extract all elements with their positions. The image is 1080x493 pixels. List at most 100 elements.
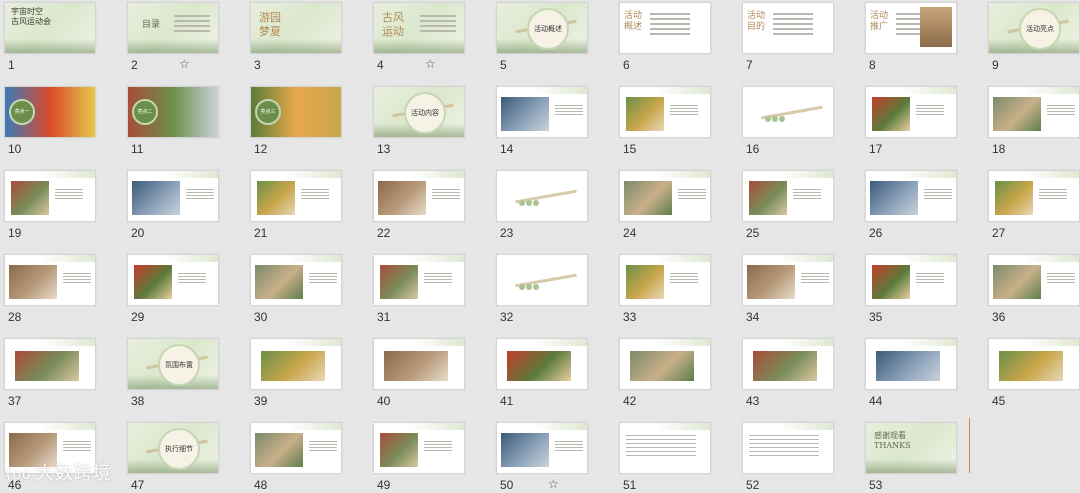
header-strip xyxy=(866,87,956,94)
text-lines xyxy=(63,441,91,453)
slide-thumbnail-49[interactable] xyxy=(373,422,465,474)
slide-thumbnail-13[interactable]: 活动内容 xyxy=(373,86,465,138)
slide-number: 31 xyxy=(377,310,391,324)
slide-thumbnail-11[interactable]: 亮点二 xyxy=(127,86,219,138)
text-lines xyxy=(670,273,698,285)
slide-title: 感谢观看 THANKS xyxy=(874,431,911,450)
slide-photo xyxy=(501,433,549,467)
slide-thumbnail-10[interactable]: 亮点一 xyxy=(4,86,96,138)
slide-thumbnail-8[interactable]: 活动 推广 xyxy=(865,2,957,54)
header-strip xyxy=(620,423,710,430)
slide-thumbnail-2[interactable]: 目录 xyxy=(127,2,219,54)
slide-thumbnail-47[interactable]: 执行细节 xyxy=(127,422,219,474)
slide-thumbnail-40[interactable] xyxy=(373,338,465,390)
text-lines xyxy=(301,189,329,201)
ink-landscape-decoration xyxy=(251,39,341,53)
slide-number: 14 xyxy=(500,142,514,156)
slide-thumbnail-32[interactable] xyxy=(496,254,588,306)
slide-thumbnail-43[interactable] xyxy=(742,338,834,390)
slide-thumbnail-22[interactable] xyxy=(373,170,465,222)
slide-thumbnail-27[interactable] xyxy=(988,170,1080,222)
slide-thumbnail-51[interactable] xyxy=(619,422,711,474)
slide-photo xyxy=(255,265,303,299)
slide-thumbnail-5[interactable]: 活动概述 xyxy=(496,2,588,54)
header-strip xyxy=(866,255,956,262)
slide-number: 49 xyxy=(377,478,391,492)
insertion-marker xyxy=(969,418,970,473)
header-strip xyxy=(128,255,218,262)
slide-thumbnail-34[interactable] xyxy=(742,254,834,306)
slide-thumbnail-1[interactable]: 宇宙时空 古风运动会 xyxy=(4,2,96,54)
slide-thumbnail-26[interactable] xyxy=(865,170,957,222)
slide-thumbnail-39[interactable] xyxy=(250,338,342,390)
slide-thumbnail-38[interactable]: 氛围布置 xyxy=(127,338,219,390)
slide-thumbnail-50[interactable] xyxy=(496,422,588,474)
slide-photo xyxy=(384,351,448,381)
slide-thumbnail-6[interactable]: 活动 概述 xyxy=(619,2,711,54)
slide-thumbnail-20[interactable] xyxy=(127,170,219,222)
slide-thumbnail-33[interactable] xyxy=(619,254,711,306)
slide-thumbnail-45[interactable] xyxy=(988,338,1080,390)
slide-thumbnail-3[interactable]: 游园 梦夏 xyxy=(250,2,342,54)
slide-thumbnail-35[interactable] xyxy=(865,254,957,306)
slide-thumbnail-44[interactable] xyxy=(865,338,957,390)
slide-number: 17 xyxy=(869,142,883,156)
slide-thumbnail-15[interactable] xyxy=(619,86,711,138)
slide-thumbnail-18[interactable] xyxy=(988,86,1080,138)
text-lines xyxy=(186,189,214,201)
slide-thumbnail-31[interactable] xyxy=(373,254,465,306)
slide-thumbnail-7[interactable]: 活动 目的 xyxy=(742,2,834,54)
text-lines xyxy=(174,15,210,35)
slide-photo xyxy=(255,433,303,467)
slide-thumbnail-19[interactable] xyxy=(4,170,96,222)
slide-number: 39 xyxy=(254,394,268,408)
star-icon[interactable]: ☆ xyxy=(425,57,436,71)
slide-thumbnail-42[interactable] xyxy=(619,338,711,390)
header-strip xyxy=(989,339,1079,346)
slide-thumbnail-24[interactable] xyxy=(619,170,711,222)
slide-thumbnail-37[interactable] xyxy=(4,338,96,390)
slide-photo xyxy=(626,97,664,131)
slide-thumbnail-25[interactable] xyxy=(742,170,834,222)
slide-thumbnail-9[interactable]: 活动亮点 xyxy=(988,2,1080,54)
star-icon[interactable]: ☆ xyxy=(179,57,190,71)
slide-thumbnail-36[interactable] xyxy=(988,254,1080,306)
text-lines xyxy=(916,273,944,285)
slide-thumbnail-17[interactable] xyxy=(865,86,957,138)
slide-thumbnail-14[interactable] xyxy=(496,86,588,138)
star-icon[interactable]: ☆ xyxy=(548,477,559,491)
slide-title: 活动 概述 xyxy=(624,11,643,32)
slide-thumbnail-28[interactable] xyxy=(4,254,96,306)
text-lines xyxy=(424,273,452,285)
header-strip xyxy=(5,339,95,346)
header-strip xyxy=(5,423,95,430)
slide-number: 16 xyxy=(746,142,760,156)
slide-thumbnail-21[interactable] xyxy=(250,170,342,222)
text-lines xyxy=(650,13,690,38)
text-lines xyxy=(924,189,952,201)
slide-thumbnail-30[interactable] xyxy=(250,254,342,306)
slide-number: 52 xyxy=(746,478,760,492)
slide-photo xyxy=(870,181,918,215)
header-strip xyxy=(374,255,464,262)
header-strip xyxy=(128,171,218,178)
slide-title: 活动 目的 xyxy=(747,11,766,32)
slide-photo xyxy=(747,265,795,299)
slide-thumbnail-48[interactable] xyxy=(250,422,342,474)
slide-number: 18 xyxy=(992,142,1006,156)
header-strip xyxy=(374,339,464,346)
header-strip xyxy=(374,423,464,430)
slide-thumbnail-53[interactable]: 感谢观看 THANKS xyxy=(865,422,957,474)
header-strip xyxy=(620,171,710,178)
slide-thumbnail-23[interactable] xyxy=(496,170,588,222)
slide-thumbnail-12[interactable]: 亮点三 xyxy=(250,86,342,138)
slide-thumbnail-16[interactable] xyxy=(742,86,834,138)
slide-thumbnail-41[interactable] xyxy=(496,338,588,390)
slide-number: 10 xyxy=(8,142,22,156)
slide-thumbnail-4[interactable]: 古风 运动 xyxy=(373,2,465,54)
slide-number: 4 xyxy=(377,58,384,72)
slide-thumbnail-29[interactable] xyxy=(127,254,219,306)
header-strip xyxy=(620,339,710,346)
watermark: (oo 大数跨境 xyxy=(6,459,112,485)
slide-thumbnail-52[interactable] xyxy=(742,422,834,474)
